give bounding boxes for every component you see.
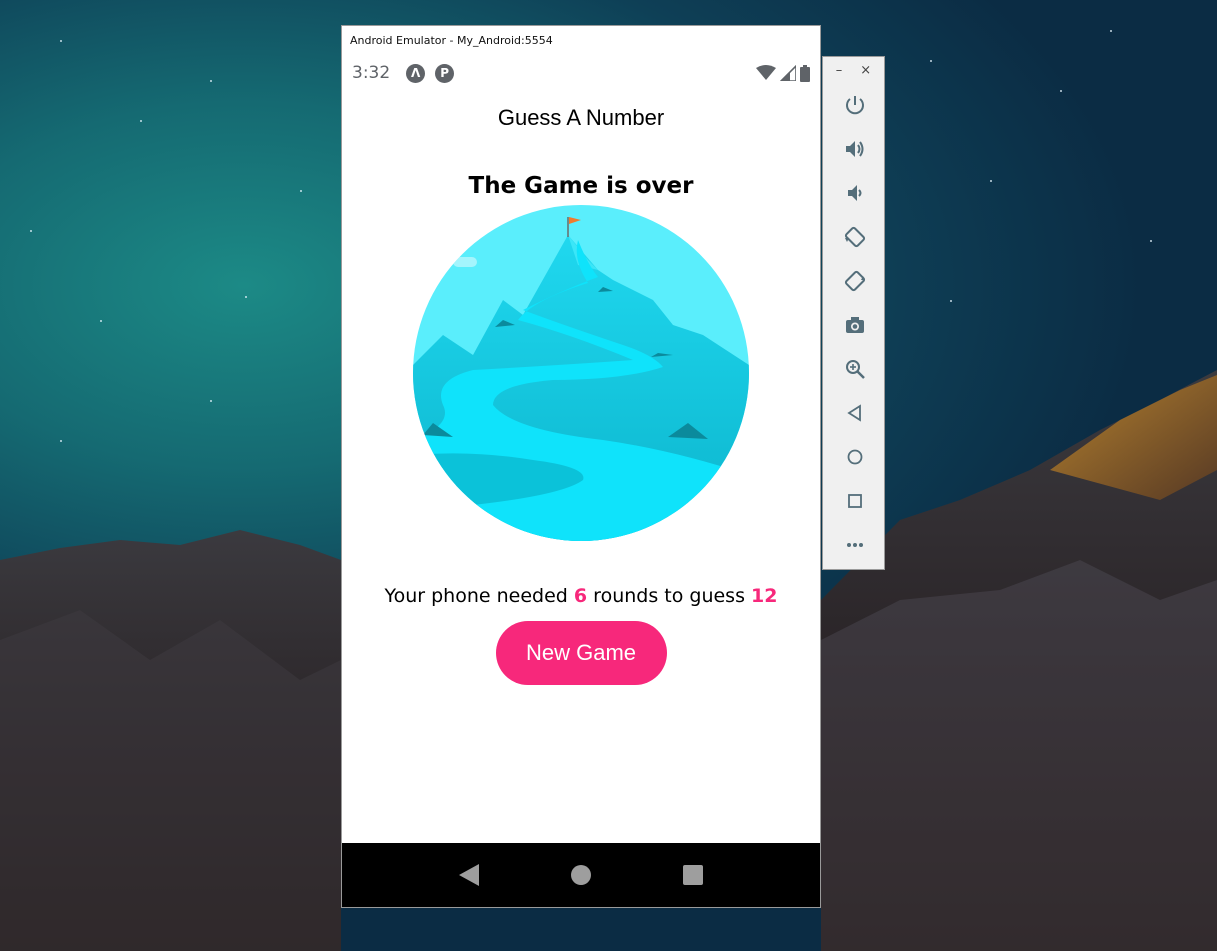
wifi-icon: [756, 65, 776, 80]
home-button[interactable]: [823, 435, 886, 479]
toolbar-window-controls: – ×: [823, 57, 884, 83]
overview-button[interactable]: [823, 479, 886, 523]
emulator-window: Android Emulator - My_Android:5554 3:32 …: [341, 25, 821, 908]
cellular-signal-icon: [780, 65, 796, 81]
close-button[interactable]: ×: [860, 63, 871, 78]
app-header: Guess A Number: [342, 92, 820, 144]
app-notification-icon: P: [435, 63, 455, 83]
rotate-right-icon: [844, 270, 865, 292]
volume-down-button[interactable]: [823, 171, 886, 215]
android-status-bar: 3:32 Λ P: [342, 54, 820, 92]
battery-icon: [800, 64, 810, 82]
nav-overview-button[interactable]: [682, 864, 704, 886]
volume-down-icon: [847, 185, 861, 201]
more-icon: [846, 543, 863, 547]
rounds-count: 6: [573, 585, 588, 607]
result-middle: rounds to guess: [593, 585, 745, 607]
zoom-button[interactable]: [823, 347, 886, 391]
rotate-left-button[interactable]: [823, 215, 886, 259]
game-over-title: The Game is over: [468, 173, 694, 199]
back-icon: [846, 404, 861, 422]
new-game-button[interactable]: New Game: [495, 621, 667, 685]
back-button[interactable]: [823, 391, 886, 435]
nav-home-button[interactable]: [570, 864, 592, 886]
window-titlebar: Android Emulator - My_Android:5554: [342, 26, 820, 54]
mountain-summit-illustration: [413, 205, 749, 541]
guessed-number: 12: [751, 585, 778, 607]
volume-up-button[interactable]: [823, 127, 886, 171]
home-circle-icon: [571, 865, 591, 885]
nav-back-button[interactable]: [458, 864, 480, 886]
status-clock: 3:32: [352, 63, 391, 83]
power-button[interactable]: [823, 83, 886, 127]
power-icon: [845, 96, 864, 115]
rotate-right-button[interactable]: [823, 259, 886, 303]
volume-up-icon: [845, 141, 863, 157]
emulator-toolbar: – ×: [822, 56, 885, 570]
overview-icon: [847, 494, 862, 508]
screenshot-button[interactable]: [823, 303, 886, 347]
result-prefix: Your phone needed: [384, 585, 568, 607]
camera-icon: [845, 317, 864, 333]
android-nav-bar: [342, 843, 820, 907]
expo-notification-icon: Λ: [406, 63, 426, 83]
more-button[interactable]: [823, 523, 886, 567]
illustration-container: [342, 205, 820, 541]
overview-square-icon: [683, 865, 703, 885]
home-icon: [847, 449, 862, 465]
app-title: Guess A Number: [497, 105, 665, 130]
back-triangle-icon: [459, 864, 479, 886]
window-title: Android Emulator - My_Android:5554: [350, 33, 553, 47]
zoom-icon: [845, 360, 865, 379]
rotate-left-icon: [844, 226, 865, 248]
result-summary: Your phone needed 6 rounds to guess 12: [342, 585, 820, 607]
minimize-button[interactable]: –: [836, 63, 843, 78]
